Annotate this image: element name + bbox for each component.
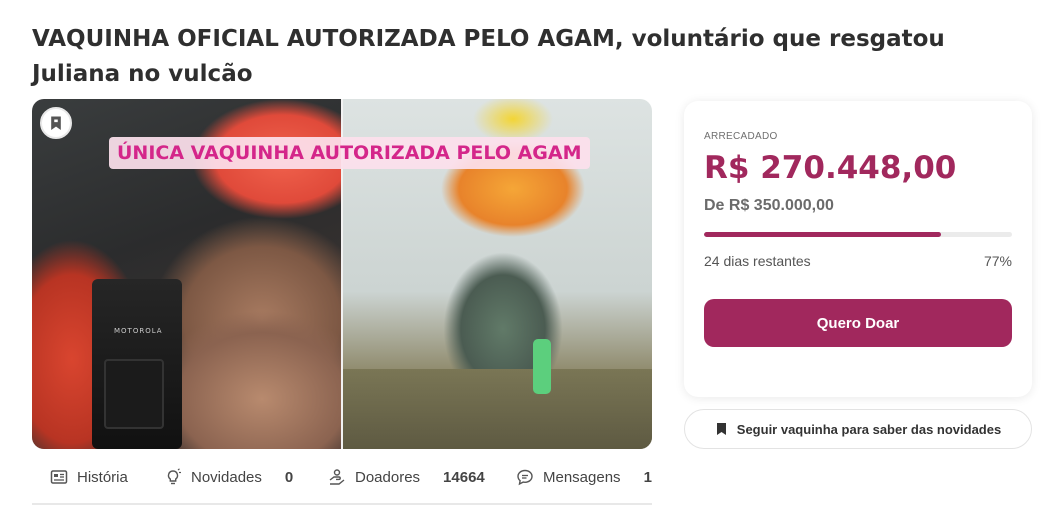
- raised-amount: R$ 270.448,00: [704, 150, 957, 186]
- tab-label: Mensagens: [543, 468, 621, 486]
- campaign-tabs: História Novidades 0 Doadores 14664 Mens…: [32, 455, 652, 505]
- chat-icon: [517, 469, 533, 486]
- tab-count: 14664: [443, 468, 485, 486]
- water-bottle: [533, 339, 551, 394]
- radio-brand-logo: MOTOROLA: [114, 327, 163, 335]
- tab-count: 0: [284, 468, 294, 486]
- donate-button[interactable]: Quero Doar: [704, 299, 1012, 347]
- save-campaign-button[interactable]: [40, 107, 72, 139]
- follow-campaign-button[interactable]: Seguir vaquinha para saber das novidades: [684, 409, 1032, 449]
- days-remaining: 24 dias restantes: [704, 253, 811, 269]
- tab-historia[interactable]: História: [50, 455, 128, 499]
- ground: [343, 369, 652, 449]
- bookmark-icon: [716, 423, 726, 435]
- radio-screen: [104, 359, 164, 429]
- bookmark-icon: [51, 116, 61, 130]
- raised-label: ARRECADADO: [704, 131, 778, 142]
- donors-icon: [329, 469, 345, 485]
- progress-fill: [704, 232, 942, 237]
- tab-label: Novidades: [191, 468, 262, 486]
- campaign-page: VAQUINHA OFICIAL AUTORIZADA PELO AGAM, v…: [0, 0, 1045, 517]
- authorized-overlay-text: ÚNICA VAQUINHA AUTORIZADA PELO AGAM: [109, 137, 590, 169]
- page-title: VAQUINHA OFICIAL AUTORIZADA PELO AGAM, v…: [32, 26, 945, 87]
- tab-count: 14: [643, 468, 652, 486]
- lightbulb-icon: [167, 468, 181, 485]
- follow-label: Seguir vaquinha para saber das novidades: [736, 421, 1002, 437]
- tab-mensagens[interactable]: Mensagens 14: [516, 455, 652, 499]
- goal-amount: De R$ 350.000,00: [704, 197, 834, 214]
- progress-bar: [704, 232, 1012, 237]
- story-icon: [50, 470, 68, 484]
- campaign-photo[interactable]: MOTOROLA ÚNICA VAQUINHA AUTORIZADA PELO …: [32, 99, 652, 449]
- donation-card: ARRECADADO R$ 270.448,00 De R$ 350.000,0…: [684, 101, 1032, 397]
- tab-novidades[interactable]: Novidades 0: [164, 455, 293, 499]
- tab-label: Doadores: [355, 468, 421, 486]
- progress-percent: 77%: [983, 253, 1012, 269]
- tab-doadores[interactable]: Doadores 14664: [328, 455, 485, 499]
- tab-label: História: [77, 468, 128, 486]
